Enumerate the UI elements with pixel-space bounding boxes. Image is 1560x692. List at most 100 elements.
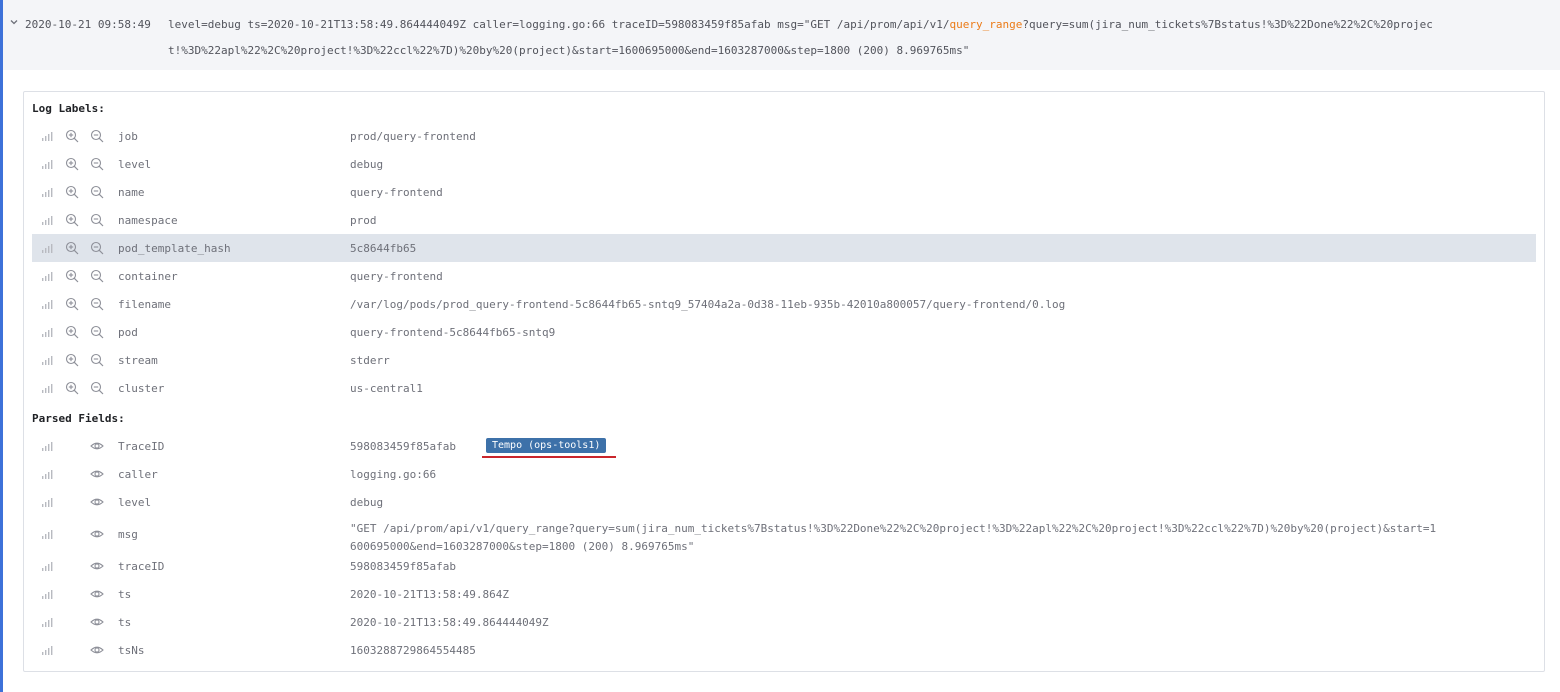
log-label-key: name [118, 186, 145, 199]
eye-icon[interactable] [90, 643, 104, 657]
zoom-out-icon [90, 353, 104, 367]
zoom-in-icon[interactable] [65, 213, 79, 227]
stats-bars-icon [42, 300, 53, 309]
zoom-in-icon [65, 297, 79, 311]
stats-bars-icon[interactable] [40, 615, 54, 629]
eye-icon [90, 618, 104, 626]
log-label-value: query-frontend [350, 186, 443, 199]
stats-bars-icon[interactable] [40, 559, 54, 573]
log-label-value: query-frontend-5c8644fb65-sntq9 [350, 326, 556, 339]
log-label-value: stderr [350, 354, 390, 367]
zoom-out-icon[interactable] [90, 353, 104, 367]
parsed-field-key: ts [118, 616, 132, 629]
eye-icon[interactable] [90, 495, 104, 509]
log-label-value: prod [350, 214, 377, 227]
zoom-in-icon[interactable] [65, 241, 79, 255]
stats-bars-icon[interactable] [40, 325, 54, 339]
log-label-value: debug [350, 158, 384, 171]
stats-bars-icon[interactable] [40, 381, 54, 395]
log-label-key: filename [118, 298, 171, 311]
log-message-text: level=debug ts=2020-10-21T13:58:49.86444… [168, 18, 950, 31]
stats-bars-icon[interactable] [40, 527, 54, 541]
zoom-out-icon[interactable] [90, 297, 104, 311]
parsed-field-row: ts 2020-10-21T13:58:49.864444049Z [32, 608, 1536, 636]
zoom-in-icon[interactable] [65, 269, 79, 283]
stats-bars-icon[interactable] [40, 643, 54, 657]
stats-bars-icon [42, 132, 53, 141]
stats-bars-icon [42, 356, 53, 365]
zoom-out-icon [90, 381, 104, 395]
stats-bars-icon[interactable] [40, 213, 54, 227]
zoom-in-icon [65, 353, 79, 367]
zoom-out-icon[interactable] [90, 129, 104, 143]
eye-icon[interactable] [90, 439, 104, 453]
eye-icon [90, 470, 104, 478]
parsed-field-value: 2020-10-21T13:58:49.864444049Z [350, 616, 549, 629]
zoom-out-icon [90, 269, 104, 283]
zoom-in-icon[interactable] [65, 381, 79, 395]
eye-icon [90, 442, 104, 450]
stats-bars-icon[interactable] [40, 439, 54, 453]
zoom-out-icon[interactable] [90, 381, 104, 395]
eye-icon[interactable] [90, 467, 104, 481]
stats-bars-icon[interactable] [40, 129, 54, 143]
stats-bars-icon[interactable] [40, 185, 54, 199]
log-label-key: cluster [118, 382, 165, 395]
zoom-out-icon [90, 297, 104, 311]
stats-bars-icon[interactable] [40, 297, 54, 311]
stats-bars-icon[interactable] [40, 157, 54, 171]
zoom-out-icon[interactable] [90, 269, 104, 283]
zoom-out-icon[interactable] [90, 325, 104, 339]
zoom-in-icon[interactable] [65, 157, 79, 171]
eye-icon[interactable] [90, 615, 104, 629]
log-message-line-2: t!%3D%22apl%22%2C%20project!%3D%22ccl%22… [168, 44, 970, 57]
stats-bars-icon [42, 618, 53, 627]
eye-icon [90, 562, 104, 570]
parsed-fields-title: Parsed Fields: [32, 412, 125, 425]
log-label-row: namespace prod [32, 206, 1536, 234]
chevron-down-icon[interactable] [9, 17, 19, 27]
log-label-row: cluster us-central1 [32, 374, 1536, 402]
stats-bars-icon [42, 216, 53, 225]
stats-bars-icon[interactable] [40, 467, 54, 481]
zoom-in-icon [65, 213, 79, 227]
log-label-value: 5c8644fb65 [350, 242, 417, 255]
eye-icon [90, 530, 104, 538]
log-row[interactable]: 2020-10-21 09:58:49 [3, 0, 1560, 70]
zoom-out-icon [90, 129, 104, 143]
parsed-field-row: traceID 598083459f85afab [32, 552, 1536, 580]
zoom-out-icon[interactable] [90, 213, 104, 227]
zoom-in-icon[interactable] [65, 129, 79, 143]
stats-bars-icon [42, 498, 53, 507]
zoom-out-icon [90, 185, 104, 199]
log-label-key: job [118, 130, 138, 143]
parsed-field-row: tsNs 1603288729864554485 [32, 636, 1536, 664]
zoom-in-icon[interactable] [65, 325, 79, 339]
stats-bars-icon[interactable] [40, 353, 54, 367]
stats-bars-icon [42, 244, 53, 253]
stats-bars-icon [42, 442, 53, 451]
log-label-key: namespace [118, 214, 178, 227]
parsed-field-row: TraceID 598083459f85afab Tempo (ops-tools1… [32, 432, 1536, 460]
stats-bars-icon[interactable] [40, 587, 54, 601]
stats-bars-icon[interactable] [40, 269, 54, 283]
zoom-out-icon[interactable] [90, 241, 104, 255]
parsed-field-value: 2020-10-21T13:58:49.864Z [350, 588, 509, 601]
eye-icon [90, 498, 104, 506]
eye-icon[interactable] [90, 587, 104, 601]
log-label-value: /var/log/pods/prod_query-frontend-5c8644… [350, 298, 1066, 311]
zoom-in-icon[interactable] [65, 185, 79, 199]
eye-icon[interactable] [90, 527, 104, 541]
stats-bars-icon [42, 160, 53, 169]
zoom-in-icon[interactable] [65, 353, 79, 367]
zoom-out-icon[interactable] [90, 185, 104, 199]
tempo-trace-link-button[interactable]: Tempo (ops-tools1) [486, 438, 607, 453]
stats-bars-icon[interactable] [40, 241, 54, 255]
parsed-field-value: "GET /api/prom/api/v1/query_range?query=… [350, 522, 1437, 553]
parsed-field-value: 598083459f85afab [350, 560, 456, 573]
zoom-in-icon[interactable] [65, 297, 79, 311]
zoom-in-icon [65, 269, 79, 283]
stats-bars-icon[interactable] [40, 495, 54, 509]
zoom-out-icon[interactable] [90, 157, 104, 171]
eye-icon[interactable] [90, 559, 104, 573]
